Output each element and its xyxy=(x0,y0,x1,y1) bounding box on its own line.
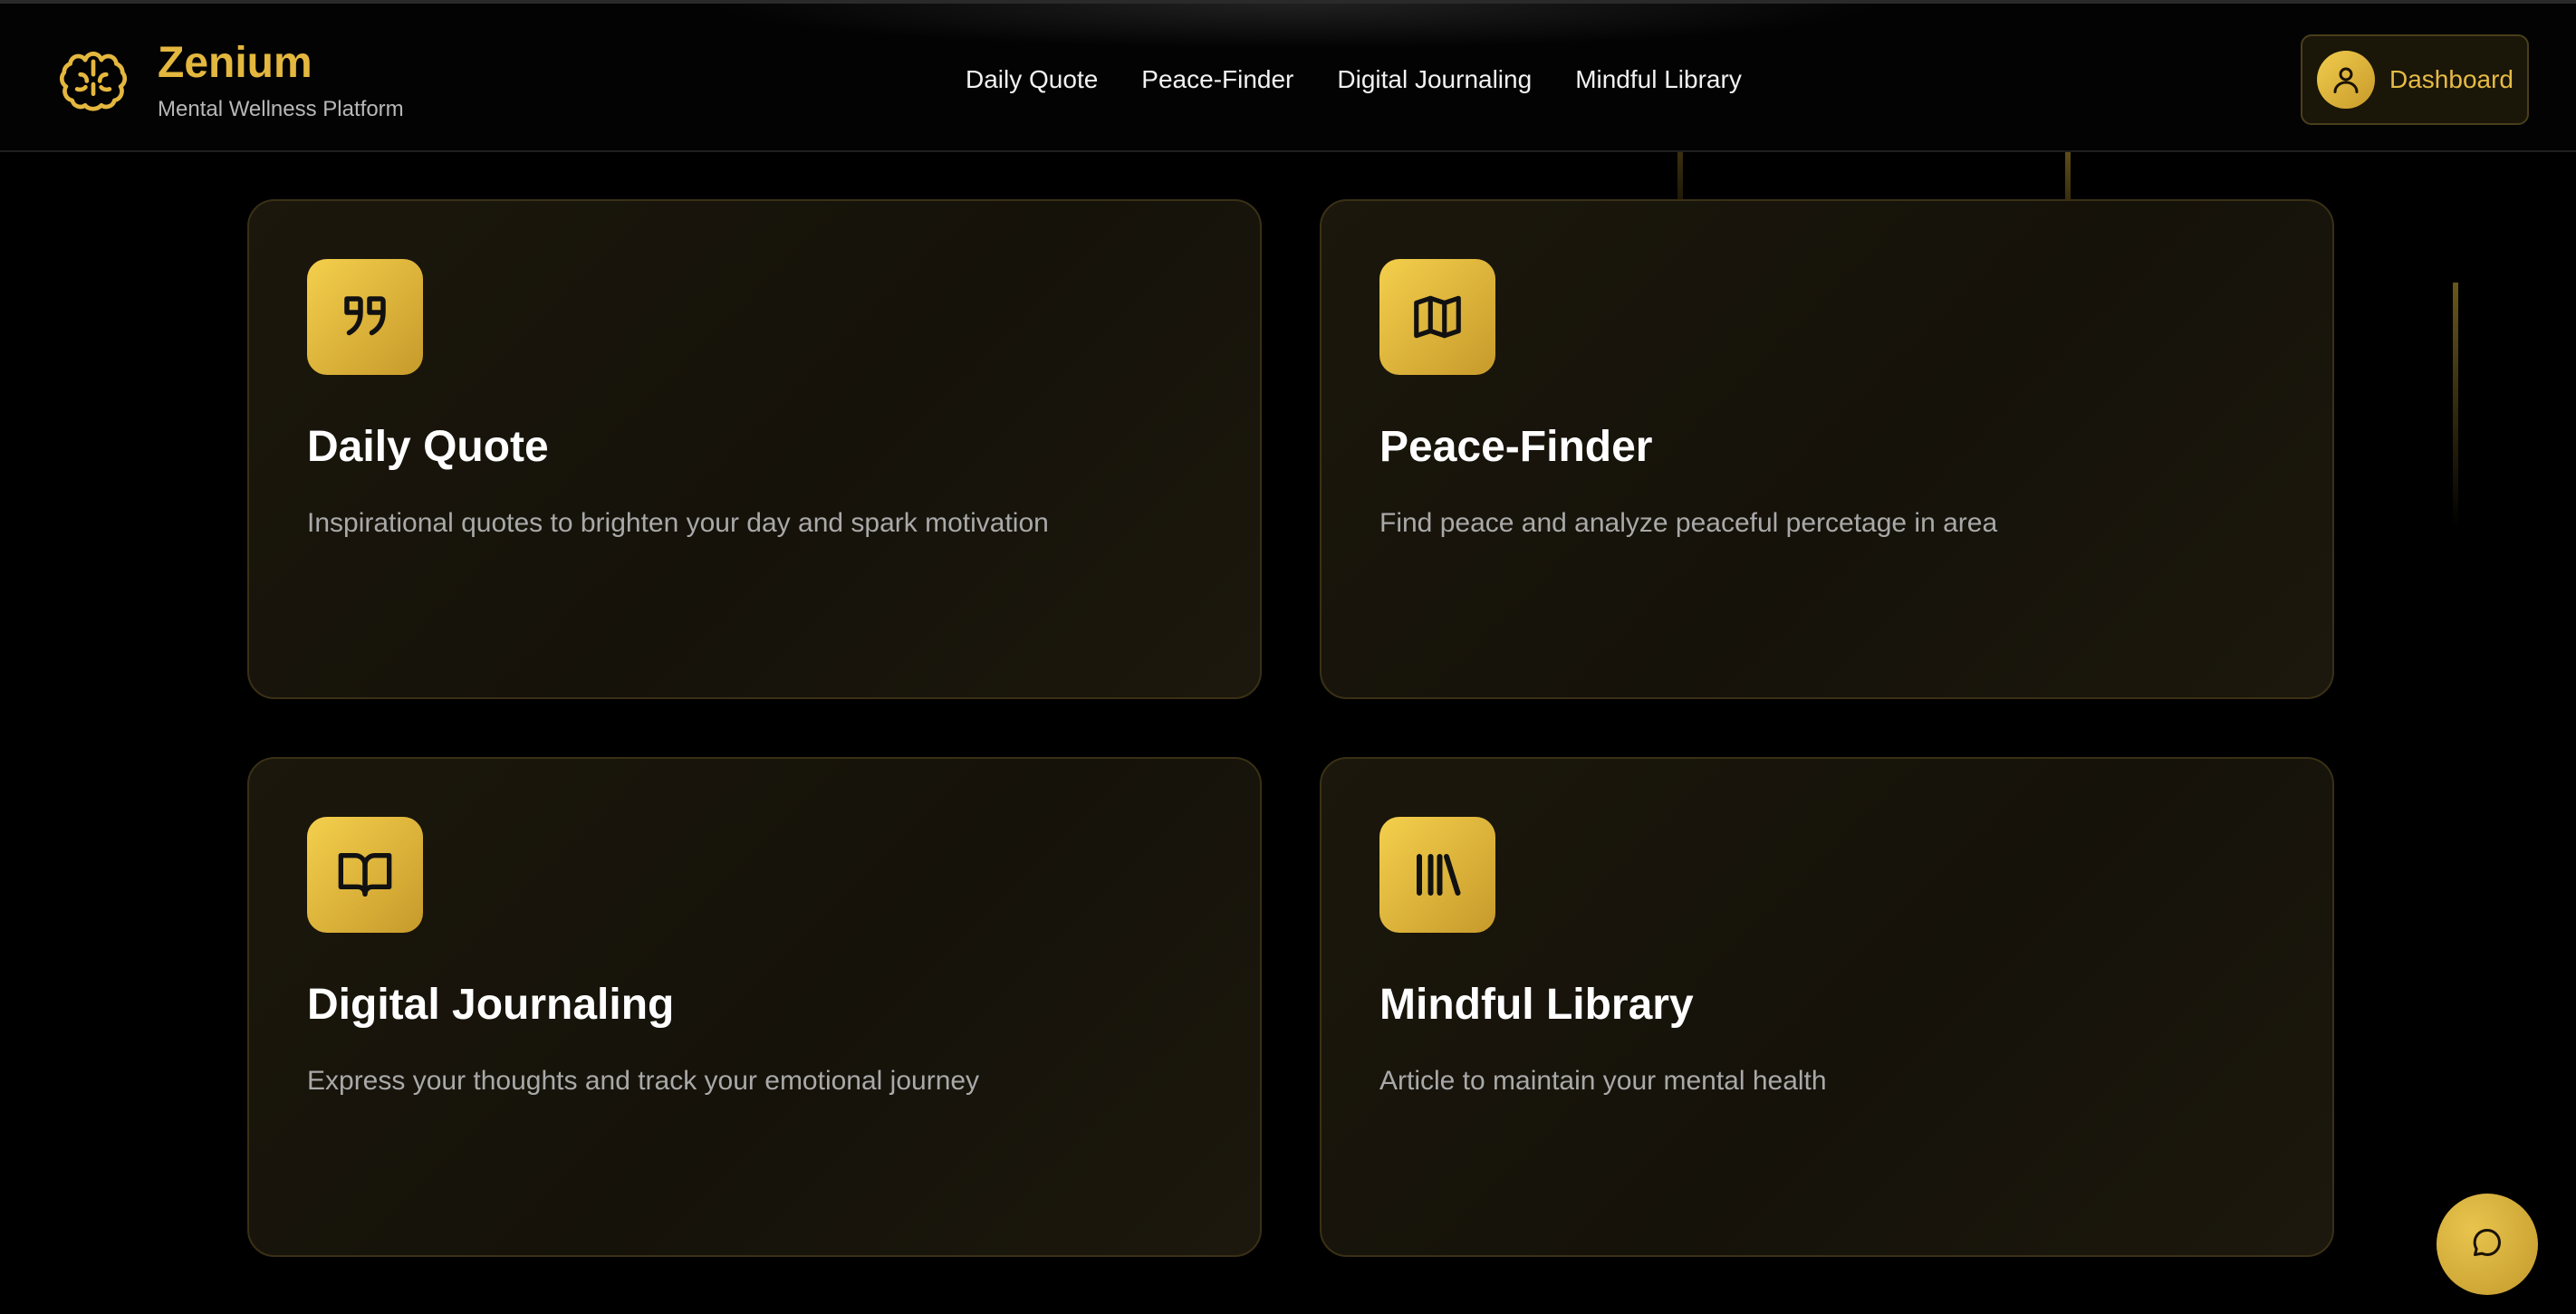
card-description: Express your thoughts and track your emo… xyxy=(307,1066,980,1096)
card-digital-journaling[interactable]: Digital Journaling Express your thoughts… xyxy=(247,757,1262,1257)
book-open-icon xyxy=(307,817,423,933)
map-icon xyxy=(1379,259,1495,375)
decorative-streak xyxy=(2453,283,2458,527)
header-glow xyxy=(706,4,1884,49)
top-navbar: Zenium Mental Wellness Platform Daily Qu… xyxy=(0,0,2576,152)
chat-button[interactable] xyxy=(2437,1194,2538,1295)
nav-link-digital-journaling[interactable]: Digital Journaling xyxy=(1337,62,1532,98)
chat-bubble-icon xyxy=(2471,1226,2504,1263)
main-nav: Daily Quote Peace-Finder Digital Journal… xyxy=(966,62,1742,98)
nav-link-peace-finder[interactable]: Peace-Finder xyxy=(1141,62,1293,98)
nav-link-mindful-library[interactable]: Mindful Library xyxy=(1575,62,1742,98)
dashboard-label: Dashboard xyxy=(2389,65,2514,93)
card-title: Digital Journaling xyxy=(307,981,675,1029)
card-mindful-library[interactable]: Mindful Library Article to maintain your… xyxy=(1320,757,2334,1257)
card-title: Mindful Library xyxy=(1379,981,1694,1029)
card-description: Article to maintain your mental health xyxy=(1379,1066,1827,1096)
card-description: Find peace and analyze peaceful percetag… xyxy=(1379,508,1998,538)
brand-title: Zenium xyxy=(158,39,312,87)
library-icon xyxy=(1379,817,1495,933)
card-peace-finder[interactable]: Peace-Finder Find peace and analyze peac… xyxy=(1320,199,2334,699)
dashboard-button[interactable]: Dashboard xyxy=(2301,34,2529,125)
nav-link-daily-quote[interactable]: Daily Quote xyxy=(966,62,1098,98)
card-title: Daily Quote xyxy=(307,423,549,471)
brain-icon xyxy=(54,45,132,123)
card-title: Peace-Finder xyxy=(1379,423,1653,471)
brand-subtitle: Mental Wellness Platform xyxy=(158,97,404,121)
brand[interactable]: Zenium Mental Wellness Platform xyxy=(54,38,404,125)
quote-icon xyxy=(307,259,423,375)
card-daily-quote[interactable]: Daily Quote Inspirational quotes to brig… xyxy=(247,199,1262,699)
page: Zenium Mental Wellness Platform Daily Qu… xyxy=(0,0,2576,1314)
card-description: Inspirational quotes to brighten your da… xyxy=(307,508,1049,538)
user-icon xyxy=(2317,51,2375,109)
